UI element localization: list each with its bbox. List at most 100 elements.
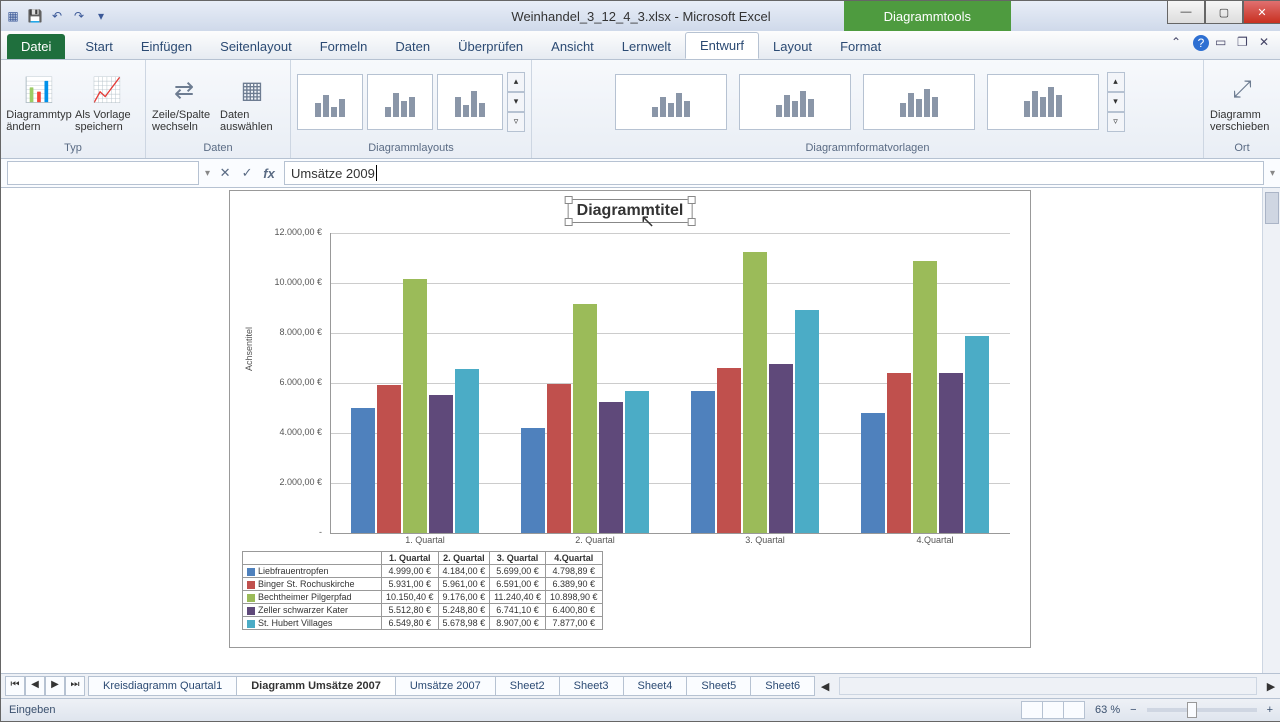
tab-scroll-right[interactable]: ▶	[1261, 680, 1280, 693]
sheet-tab[interactable]: Diagramm Umsätze 2007	[236, 676, 396, 696]
bar[interactable]	[547, 384, 571, 533]
layouts-scroll[interactable]: ▴▾▿	[507, 72, 525, 132]
change-chart-type-button[interactable]: 📊Diagrammtyp ändern	[7, 71, 71, 133]
bar[interactable]	[377, 385, 401, 533]
close-button[interactable]: ✕	[1243, 1, 1280, 24]
bar[interactable]	[939, 373, 963, 533]
zoom-out-button[interactable]: −	[1130, 704, 1136, 716]
sheet-tab[interactable]: Sheet5	[686, 676, 751, 696]
bar[interactable]	[691, 391, 715, 533]
redo-icon[interactable]: ↷	[71, 8, 87, 24]
bar[interactable]	[887, 373, 911, 533]
sheet-tab[interactable]: Sheet3	[559, 676, 624, 696]
cancel-icon[interactable]: ✕	[216, 164, 234, 182]
bar[interactable]	[913, 261, 937, 533]
chart-style-option[interactable]	[987, 74, 1099, 130]
window-restore-icon[interactable]: ▭	[1215, 35, 1231, 51]
first-sheet-button[interactable]: ⏮	[5, 676, 25, 696]
tab-start[interactable]: Start	[71, 34, 126, 59]
worksheet-area[interactable]: Diagrammtitel ↖ Achsentitel -2.000,00 €4…	[1, 188, 1280, 673]
tab-formeln[interactable]: Formeln	[306, 34, 382, 59]
formula-input[interactable]: Umsätze 2009	[284, 161, 1264, 185]
group-typ: 📊Diagrammtyp ändern 📈Als Vorlage speiche…	[1, 60, 146, 158]
tab-datei[interactable]: Datei	[7, 34, 65, 59]
bar[interactable]	[795, 310, 819, 533]
switch-row-col-button[interactable]: ⇄Zeile/Spalte wechseln	[152, 71, 216, 133]
sheet-tab[interactable]: Sheet2	[495, 676, 560, 696]
zoom-slider[interactable]	[1147, 708, 1257, 712]
y-tick-label: -	[252, 527, 322, 537]
group-layouts: ▴▾▿ Diagrammlayouts	[291, 60, 532, 158]
bar[interactable]	[743, 252, 767, 533]
maximize-button[interactable]: ▢	[1205, 1, 1243, 24]
x-tick-label: 2. Quartal	[520, 535, 670, 545]
chart-layout-option[interactable]	[437, 74, 503, 130]
chart-title[interactable]: Diagrammtitel	[568, 199, 693, 223]
tab-entwurf[interactable]: Entwurf	[685, 32, 759, 59]
tab-lernwelt[interactable]: Lernwelt	[608, 34, 685, 59]
scrollbar-thumb[interactable]	[1265, 192, 1279, 224]
formula-expand-icon[interactable]: ▾	[1264, 168, 1280, 179]
status-mode: Eingeben	[9, 704, 56, 716]
y-tick-label: 10.000,00 €	[252, 277, 322, 287]
bar[interactable]	[965, 336, 989, 533]
confirm-icon[interactable]: ✓	[238, 164, 256, 182]
chart-layout-option[interactable]	[297, 74, 363, 130]
vertical-scrollbar[interactable]	[1262, 188, 1280, 673]
help-icon[interactable]: ?	[1193, 35, 1209, 51]
bar[interactable]	[625, 391, 649, 533]
sheet-tab[interactable]: Sheet4	[623, 676, 688, 696]
plot-area[interactable]	[330, 233, 1010, 534]
sheet-tab[interactable]: Umsätze 2007	[395, 676, 496, 696]
name-box[interactable]	[7, 161, 199, 185]
bar[interactable]	[455, 369, 479, 533]
embedded-chart[interactable]: Diagrammtitel ↖ Achsentitel -2.000,00 €4…	[229, 190, 1031, 648]
fx-icon[interactable]: fx	[260, 164, 278, 182]
bar[interactable]	[769, 364, 793, 533]
save-icon[interactable]: 💾	[27, 8, 43, 24]
save-template-button[interactable]: 📈Als Vorlage speichern	[75, 71, 139, 133]
minimize-button[interactable]: —	[1167, 1, 1205, 24]
workbook-close-icon[interactable]: ✕	[1259, 35, 1275, 51]
styles-scroll[interactable]: ▴▾▿	[1107, 72, 1125, 132]
tab-seitenlayout[interactable]: Seitenlayout	[206, 34, 306, 59]
bar[interactable]	[521, 428, 545, 533]
chart-layout-option[interactable]	[367, 74, 433, 130]
x-tick-label: 4.Quartal	[860, 535, 1010, 545]
next-sheet-button[interactable]: ▶	[45, 676, 65, 696]
status-bar: Eingeben 63 % − +	[1, 698, 1280, 721]
qat-more-icon[interactable]: ▾	[93, 8, 109, 24]
bar[interactable]	[717, 368, 741, 533]
tab-einfuegen[interactable]: Einfügen	[127, 34, 206, 59]
chart-style-option[interactable]	[863, 74, 975, 130]
bar[interactable]	[351, 408, 375, 533]
horizontal-scrollbar[interactable]	[839, 677, 1257, 695]
bar[interactable]	[403, 279, 427, 533]
zoom-level: 63 %	[1095, 704, 1120, 716]
mdi-restore-icon[interactable]: ❐	[1237, 35, 1253, 51]
chart-style-option[interactable]	[615, 74, 727, 130]
x-tick-label: 1. Quartal	[350, 535, 500, 545]
bar[interactable]	[861, 413, 885, 533]
tab-format[interactable]: Format	[826, 34, 895, 59]
ribbon: 📊Diagrammtyp ändern 📈Als Vorlage speiche…	[1, 60, 1280, 159]
view-buttons[interactable]	[1022, 701, 1085, 719]
tab-ansicht[interactable]: Ansicht	[537, 34, 608, 59]
last-sheet-button[interactable]: ⏭	[65, 676, 85, 696]
tab-scroll-left[interactable]: ◀	[815, 680, 835, 693]
undo-icon[interactable]: ↶	[49, 8, 65, 24]
tab-ueberpruefen[interactable]: Überprüfen	[444, 34, 537, 59]
sheet-tab[interactable]: Sheet6	[750, 676, 815, 696]
bar[interactable]	[429, 395, 453, 533]
prev-sheet-button[interactable]: ◀	[25, 676, 45, 696]
ribbon-collapse-icon[interactable]: ⌃	[1171, 35, 1187, 51]
move-chart-button[interactable]: ⤢Diagramm verschieben	[1210, 71, 1274, 133]
bar[interactable]	[573, 304, 597, 533]
bar[interactable]	[599, 402, 623, 533]
select-data-button[interactable]: ▦Daten auswählen	[220, 71, 284, 133]
zoom-in-button[interactable]: +	[1267, 704, 1273, 716]
tab-layout[interactable]: Layout	[759, 34, 826, 59]
chart-style-option[interactable]	[739, 74, 851, 130]
sheet-tab[interactable]: Kreisdiagramm Quartal1	[88, 676, 237, 696]
tab-daten[interactable]: Daten	[381, 34, 444, 59]
